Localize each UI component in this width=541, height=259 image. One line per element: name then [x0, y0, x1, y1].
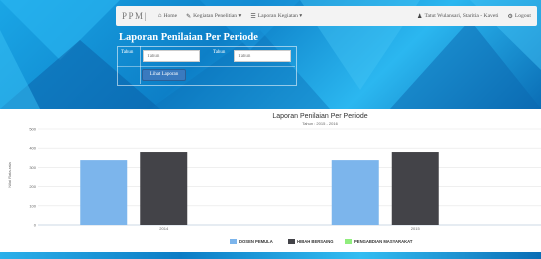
y-tick-label: 100: [29, 203, 36, 208]
nav-user[interactable]: ♟ Tatut Wulansari, Staritia - Kaveti: [417, 13, 498, 20]
tahun-to-input[interactable]: [234, 50, 291, 62]
page-title: Laporan Penilaian Per Periode: [119, 32, 258, 43]
footer-stripe: [0, 252, 541, 259]
pencil-icon: ✎: [186, 13, 192, 20]
nav-laporan-kegiatan[interactable]: ☰ Laporan Kegiatan ▾: [250, 13, 302, 20]
label-tahun-from: Tahun: [121, 50, 134, 55]
legend-item-label[interactable]: HIBAH BERSAING: [297, 239, 334, 244]
bar-dosen-pemula-2015[interactable]: [331, 160, 379, 225]
legend-swatch: [288, 239, 295, 244]
label-tahun-to: Tahun: [213, 50, 226, 55]
bar-hibah-bersaing-2014[interactable]: [140, 152, 188, 225]
home-icon: ⌂: [157, 13, 162, 19]
lihat-laporan-button[interactable]: Lihat Laporan: [142, 69, 186, 81]
nav-home[interactable]: ⌂ Home: [158, 13, 177, 19]
report-chart: Laporan Penilaian Per Periode Tahun : 20…: [7, 113, 541, 244]
top-navbar: PPM| ⌂ Home ✎ Kegiatan Penelitian ▾ ☰ La…: [116, 6, 537, 26]
y-tick-label: 0: [34, 223, 37, 228]
legend-swatch: [230, 239, 237, 244]
y-tick-label: 300: [29, 165, 36, 170]
brand-logo[interactable]: PPM|: [122, 11, 148, 21]
chart-legend: DOSEN PEMULA HIBAH BERSAING PENGABDIAN MAS…: [230, 239, 413, 244]
chart-bars: [80, 152, 439, 225]
nav-user-label: Tatut Wulansari, Staritia - Kaveti: [424, 13, 499, 19]
tahun-from-input[interactable]: [143, 50, 200, 62]
user-icon: ♟: [417, 13, 423, 20]
chart-subtitle: Tahun : 2015 - 2016: [302, 121, 338, 126]
chart-y-axis-label: Nilai Rata-rata: [7, 161, 12, 187]
chart-title: Laporan Penilaian Per Periode: [272, 113, 367, 120]
nav-kegiatan-label: Kegiatan Penelitian ▾: [193, 13, 242, 19]
legend-item-label[interactable]: PENGABDIAN MASYARAKAT: [354, 239, 413, 244]
gear-icon: ⚙: [507, 13, 513, 20]
form-divider: [140, 46, 141, 84]
nav-logout[interactable]: ⚙ Logout: [507, 13, 531, 20]
chart-x-ticks: 2014 2015: [159, 226, 420, 231]
nav-kegiatan-penelitian[interactable]: ✎ Kegiatan Penelitian ▾: [186, 13, 241, 20]
nav-home-label: Home: [163, 13, 178, 19]
bar-dosen-pemula-2014[interactable]: [80, 160, 128, 225]
nav-laporan-label: Laporan Kegiatan ▾: [257, 13, 303, 19]
x-tick-label: 2015: [411, 226, 421, 231]
list-icon: ☰: [250, 13, 256, 20]
y-tick-label: 400: [29, 146, 36, 151]
y-tick-label: 200: [29, 184, 36, 189]
legend-item-label[interactable]: DOSEN PEMULA: [239, 239, 273, 244]
x-tick-label: 2014: [159, 226, 169, 231]
chart-y-ticks: 0 100 200 300 400 500: [29, 127, 36, 228]
bar-hibah-bersaing-2015[interactable]: [391, 152, 439, 225]
y-tick-label: 500: [29, 127, 36, 132]
nav-logout-label: Logout: [514, 13, 531, 19]
legend-swatch: [345, 239, 352, 244]
